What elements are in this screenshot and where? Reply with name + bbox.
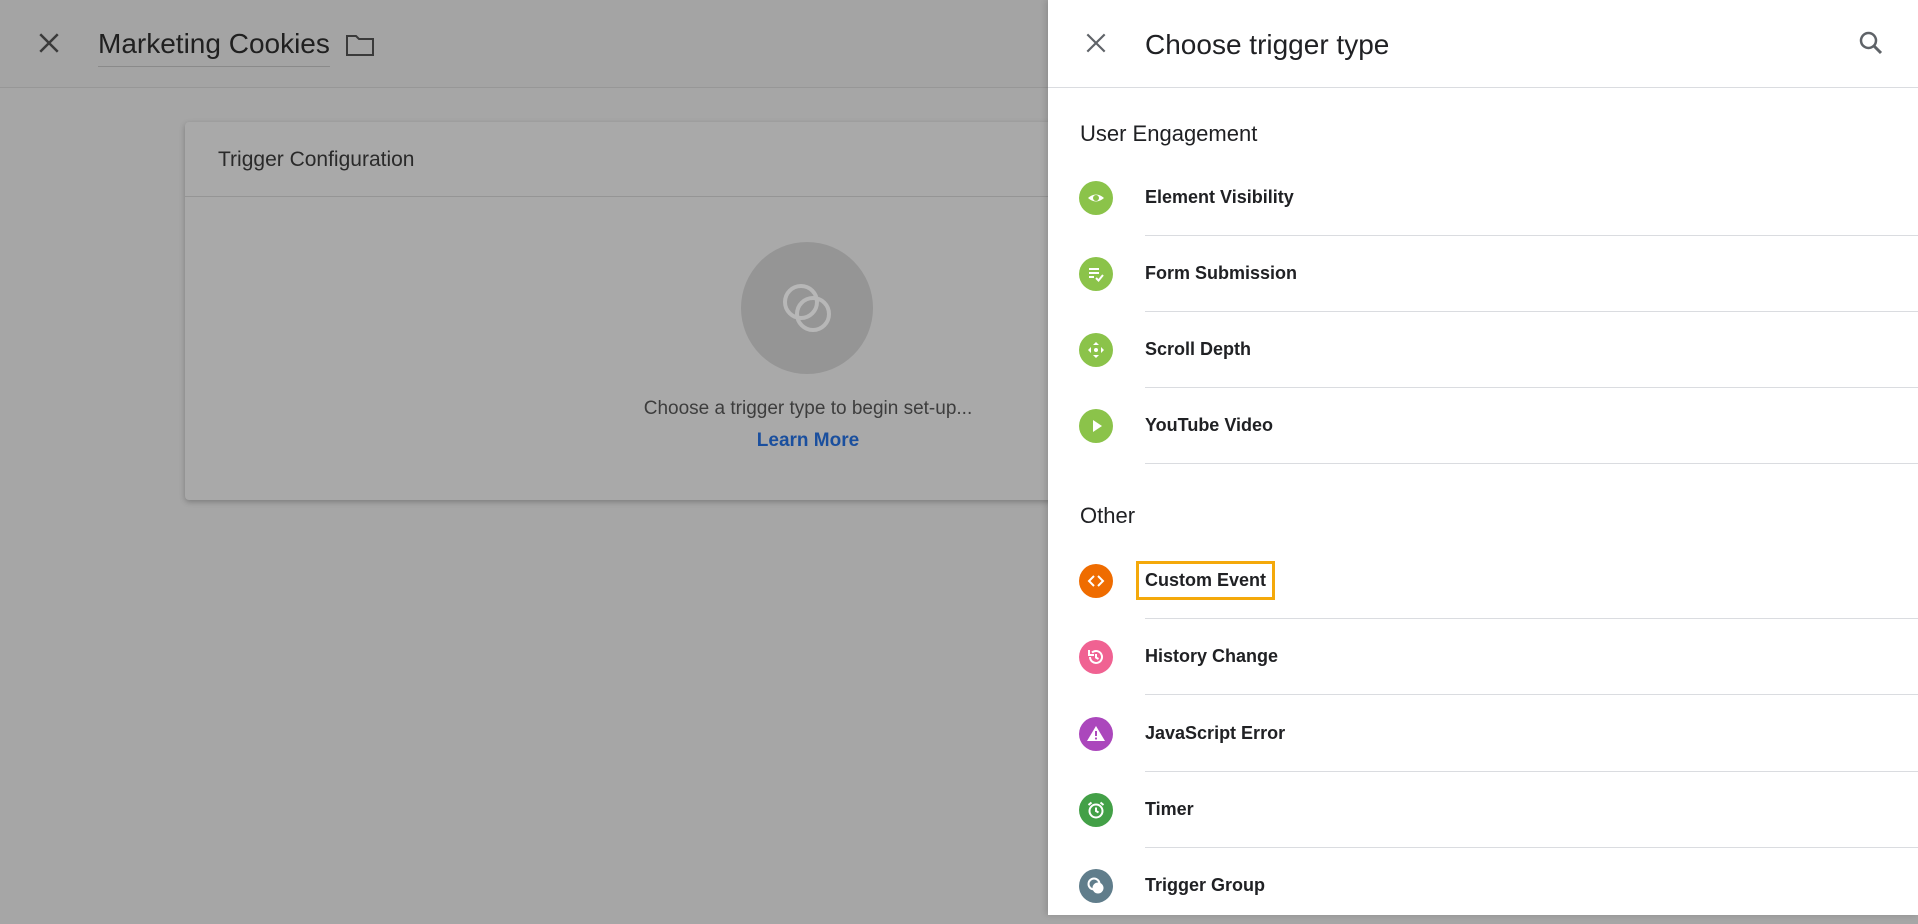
drawer-close-icon[interactable] bbox=[1083, 30, 1109, 56]
trigger-item-timer[interactable]: Timer bbox=[1048, 772, 1918, 848]
search-icon[interactable] bbox=[1856, 28, 1886, 58]
trigger-item-label: YouTube Video bbox=[1145, 415, 1274, 435]
folder-icon[interactable] bbox=[345, 32, 375, 58]
trigger-item-label: Element Visibility bbox=[1145, 187, 1294, 207]
item-divider bbox=[1145, 694, 1918, 695]
trigger-configuration-card: Trigger Configuration Choose a trigger t… bbox=[185, 122, 1085, 500]
form-check-icon bbox=[1079, 257, 1113, 291]
trigger-item-label: Form Submission bbox=[1145, 263, 1298, 283]
trigger-item-label: Trigger Group bbox=[1145, 875, 1266, 895]
trigger-item-form-submission[interactable]: Form Submission bbox=[1048, 236, 1918, 312]
trigger-item-scroll-depth[interactable]: Scroll Depth bbox=[1048, 312, 1918, 388]
page-title[interactable]: Marketing Cookies bbox=[98, 28, 330, 67]
drawer-title: Choose trigger type bbox=[1145, 29, 1390, 60]
group-circles-icon bbox=[1079, 869, 1113, 903]
section-title-other: Other bbox=[1080, 503, 1136, 528]
trigger-item-label: JavaScript Error bbox=[1145, 723, 1286, 743]
trigger-item-label: Scroll Depth bbox=[1145, 339, 1252, 359]
history-icon bbox=[1079, 640, 1113, 674]
drawer-header: Choose trigger type bbox=[1048, 0, 1918, 88]
eye-icon bbox=[1079, 181, 1113, 215]
trigger-item-label: Custom Event bbox=[1135, 561, 1276, 600]
trigger-item-custom-event[interactable]: Custom Event bbox=[1048, 543, 1918, 619]
trigger-item-label: Timer bbox=[1145, 799, 1194, 819]
item-divider bbox=[1145, 463, 1918, 464]
trigger-item-youtube-video[interactable]: YouTube Video bbox=[1048, 388, 1918, 464]
scroll-arrows-icon bbox=[1079, 333, 1113, 367]
trigger-item-javascript-error[interactable]: JavaScript Error bbox=[1048, 696, 1918, 772]
close-icon[interactable] bbox=[34, 28, 64, 58]
card-divider bbox=[185, 196, 1085, 197]
trigger-item-trigger-group[interactable]: Trigger Group bbox=[1048, 848, 1918, 924]
trigger-type-drawer: Choose trigger type User Engagement Elem… bbox=[1048, 0, 1918, 915]
trigger-item-history-change[interactable]: History Change bbox=[1048, 619, 1918, 695]
warning-icon bbox=[1079, 717, 1113, 751]
play-icon bbox=[1079, 409, 1113, 443]
trigger-placeholder[interactable] bbox=[741, 242, 873, 374]
trigger-item-element-visibility[interactable]: Element Visibility bbox=[1048, 160, 1918, 236]
card-title: Trigger Configuration bbox=[218, 148, 415, 171]
alarm-icon bbox=[1079, 793, 1113, 827]
trigger-circles-icon bbox=[783, 284, 831, 332]
code-brackets-icon bbox=[1079, 564, 1113, 598]
section-title-user-engagement: User Engagement bbox=[1080, 121, 1258, 146]
trigger-item-label: History Change bbox=[1145, 646, 1279, 666]
